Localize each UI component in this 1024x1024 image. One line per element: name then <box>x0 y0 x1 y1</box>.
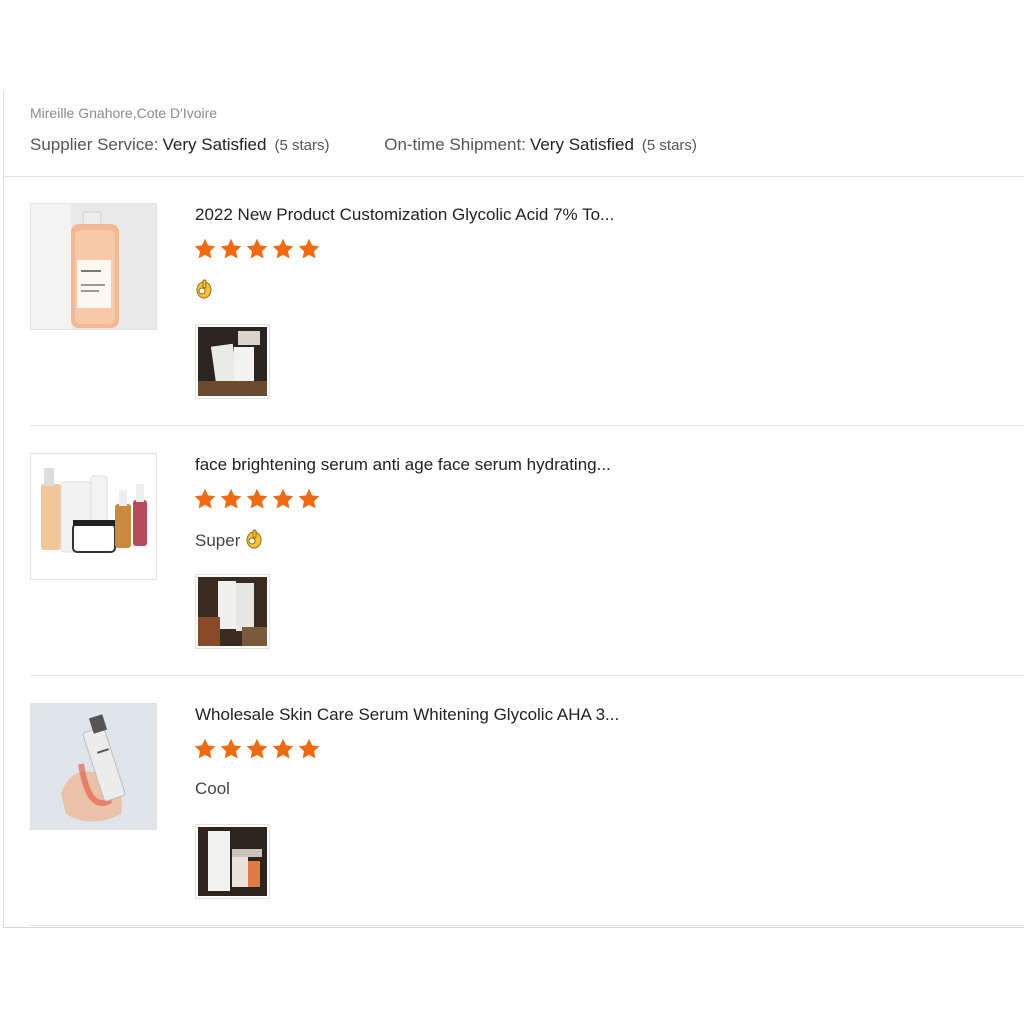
product-title[interactable]: face brightening serum anti age face ser… <box>195 455 611 475</box>
product-thumbnail[interactable] <box>30 203 157 330</box>
review-comment-text: Cool <box>195 779 230 798</box>
review-comment-text: Super <box>195 531 241 550</box>
star-icon <box>246 238 268 259</box>
product-title[interactable]: Wholesale Skin Care Serum Whitening Glyc… <box>195 705 619 725</box>
star-icon <box>298 238 320 259</box>
review-comment: Cool <box>195 779 230 799</box>
review-star-rating <box>193 737 321 761</box>
star-icon <box>246 488 268 509</box>
ok-hand-emoji-icon <box>195 279 213 304</box>
ontime-shipment-label: On-time Shipment: <box>384 135 526 154</box>
review-star-rating <box>193 487 321 511</box>
ontime-shipment-rating: On-time Shipment: Very Satisfied (5 stars) <box>384 135 697 155</box>
supplier-service-value: Very Satisfied <box>162 135 267 154</box>
ontime-shipment-stars: (5 stars) <box>641 137 697 154</box>
review-star-rating <box>193 237 321 261</box>
star-icon <box>220 238 242 259</box>
star-icon <box>194 238 216 259</box>
review-item: Wholesale Skin Care Serum Whitening Glyc… <box>30 703 1024 953</box>
star-icon <box>194 488 216 509</box>
star-icon <box>194 738 216 759</box>
ratings-summary: Supplier Service: Very Satisfied (5 stars)… <box>30 135 747 155</box>
supplier-service-label: Supplier Service: <box>30 135 159 154</box>
review-item: face brightening serum anti age face ser… <box>30 453 1024 703</box>
supplier-service-rating: Supplier Service: Very Satisfied (5 stars) <box>30 135 329 155</box>
star-icon <box>298 738 320 759</box>
review-divider <box>30 675 1024 676</box>
review-item: 2022 New Product Customization Glycolic … <box>30 203 1024 453</box>
star-icon <box>272 738 294 759</box>
review-photo[interactable] <box>195 824 270 899</box>
ok-hand-emoji-icon <box>245 529 263 554</box>
review-comment: Super <box>195 529 263 554</box>
header-divider <box>3 176 1024 177</box>
ontime-shipment-value: Very Satisfied <box>529 135 634 154</box>
review-photo[interactable] <box>195 574 270 649</box>
star-icon <box>220 488 242 509</box>
star-icon <box>272 238 294 259</box>
star-icon <box>220 738 242 759</box>
product-title[interactable]: 2022 New Product Customization Glycolic … <box>195 205 614 225</box>
star-icon <box>298 488 320 509</box>
supplier-service-stars: (5 stars) <box>274 137 330 154</box>
review-divider <box>30 425 1024 426</box>
review-photo[interactable] <box>195 324 270 399</box>
product-thumbnail[interactable] <box>30 453 157 580</box>
review-divider <box>30 925 1024 926</box>
star-icon <box>246 738 268 759</box>
star-icon <box>272 488 294 509</box>
reviewer-name-location: Mireille Gnahore,Cote D'Ivoire <box>30 105 218 121</box>
product-thumbnail[interactable] <box>30 703 157 830</box>
review-comment <box>195 279 213 304</box>
